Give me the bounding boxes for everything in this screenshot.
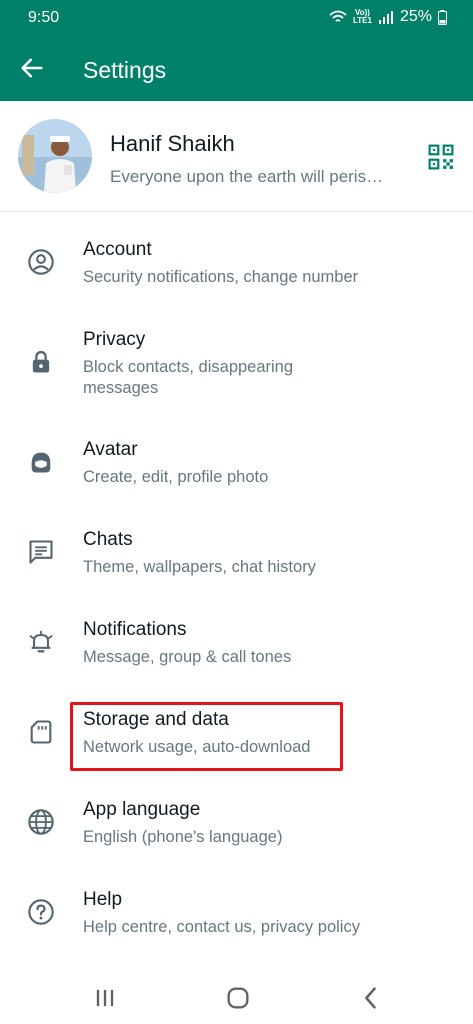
settings-item-subtitle: Message, group & call tones <box>83 648 292 666</box>
settings-item-subtitle: Theme, wallpapers, chat history <box>83 558 316 576</box>
settings-item-title: Chats <box>83 529 133 550</box>
profile-name: Hanif Shaikh <box>110 131 235 156</box>
globe-icon <box>28 809 54 835</box>
sd-card-icon <box>30 720 52 744</box>
recent-apps-icon[interactable] <box>91 984 119 1012</box>
status-icons: Vo)) LTE1 25% <box>329 8 447 26</box>
status-time: 9:50 <box>28 9 60 26</box>
battery-percent: 25% <box>399 8 432 25</box>
app-bar: Settings <box>0 36 473 101</box>
settings-item-title: App language <box>83 799 201 820</box>
settings-item-subtitle: Block contacts, disappearing messages <box>83 358 294 397</box>
settings-item-subtitle: Help centre, contact us, privacy policy <box>83 918 360 936</box>
profile-about: Everyone upon the earth will perish... <box>110 167 385 186</box>
signal-icon <box>378 11 393 24</box>
highlight-box <box>70 702 343 771</box>
settings-item-chats[interactable]: Chats Theme, wallpapers, chat history <box>0 512 473 592</box>
help-circle-icon <box>28 899 54 925</box>
lte-label: LTE1 <box>353 16 372 25</box>
settings-item-title: Avatar <box>83 439 138 460</box>
status-bar: 9:50 Vo)) LTE1 25% <box>0 0 473 36</box>
settings-item-help[interactable]: Help Help centre, contact us, privacy po… <box>0 872 473 952</box>
settings-item-subtitle: Security notifications, change number <box>83 268 359 286</box>
settings-item-title: Account <box>83 239 152 260</box>
system-navigation-bar <box>0 968 473 1024</box>
settings-item-title: Help <box>83 889 123 910</box>
lock-icon <box>32 350 50 373</box>
person-circle-icon <box>28 249 54 275</box>
wifi-icon <box>329 10 347 22</box>
app-header: 9:50 Vo)) LTE1 25% Settings <box>0 0 473 101</box>
qr-code-icon[interactable] <box>428 144 454 170</box>
settings-item-app-language[interactable]: App language English (phone's language) <box>0 782 473 862</box>
back-nav-icon[interactable] <box>357 984 385 1012</box>
avatar-face-icon <box>31 452 51 473</box>
settings-item-title: Notifications <box>83 619 187 640</box>
back-arrow-icon[interactable] <box>18 54 46 82</box>
page-title: Settings <box>83 57 167 83</box>
settings-item-avatar[interactable]: Avatar Create, edit, profile photo <box>0 422 473 502</box>
avatar[interactable] <box>18 119 92 193</box>
bell-icon <box>29 630 53 653</box>
settings-item-account[interactable]: Account Security notifications, change n… <box>0 222 473 302</box>
settings-item-subtitle: Create, edit, profile photo <box>83 468 269 486</box>
settings-item-subtitle: English (phone's language) <box>83 828 283 846</box>
chat-bubble-icon <box>29 540 53 564</box>
settings-item-title: Privacy <box>83 329 146 350</box>
network-type: Vo)) LTE1 <box>353 9 372 25</box>
home-icon[interactable] <box>224 984 252 1012</box>
battery-icon <box>438 9 447 25</box>
settings-item-privacy[interactable]: Privacy Block contacts, disappearing mes… <box>0 312 473 412</box>
settings-item-notifications[interactable]: Notifications Message, group & call tone… <box>0 602 473 682</box>
profile-row[interactable]: Hanif Shaikh Everyone upon the earth wil… <box>0 101 473 212</box>
